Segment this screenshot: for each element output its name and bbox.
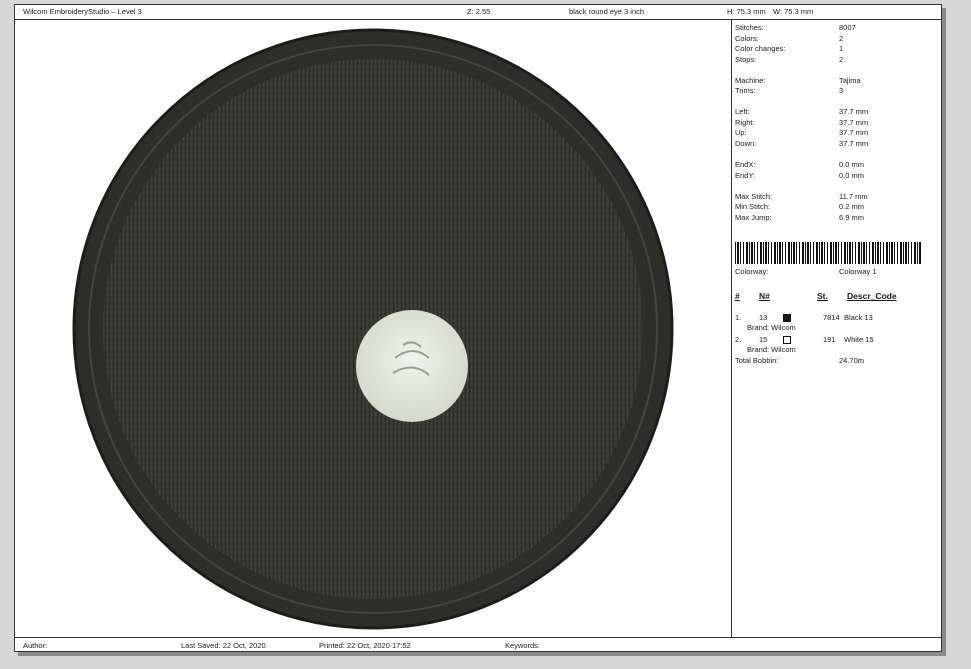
thread-description: White 15 bbox=[844, 335, 874, 344]
stat-label: Up: bbox=[735, 128, 747, 137]
col-num-header: # bbox=[735, 291, 740, 301]
thread-index: 1. bbox=[735, 313, 742, 322]
thread-swatch bbox=[783, 336, 791, 344]
stat-value: 11.7 mm bbox=[839, 191, 868, 201]
stat-label: Color changes: bbox=[735, 44, 786, 53]
height-readout: H: 75.3 mm bbox=[727, 7, 766, 16]
stat-label: Stops: bbox=[735, 54, 757, 64]
design-info-panel: Stitches: 8007 Colors: 2 Color changes: 1 Stop… bbox=[735, 23, 941, 623]
stat-value: 37.7 mm bbox=[839, 117, 869, 127]
stat-label: Down: bbox=[735, 138, 757, 148]
author-label: Author: bbox=[23, 641, 48, 650]
stat-label: Stitches: bbox=[735, 23, 764, 32]
last-saved: Last Saved: 22 Oct, 2020 bbox=[181, 641, 266, 650]
sheet-footer: Author: Last Saved: 22 Oct, 2020 Printed… bbox=[15, 637, 941, 652]
stat-label: Colors: bbox=[735, 33, 759, 43]
thread-index: 2. bbox=[735, 335, 742, 344]
stat-label: Max Jump: bbox=[735, 212, 772, 222]
stat-value: 37.7 mm bbox=[839, 128, 869, 137]
stat-value: 0.2 mm bbox=[839, 202, 865, 211]
stat-value: 2 bbox=[839, 33, 844, 43]
stat-value: 0.0 mm bbox=[839, 170, 865, 180]
thread-swatch bbox=[783, 314, 791, 322]
embroidery-design bbox=[72, 28, 674, 630]
thread-number: 15 bbox=[759, 335, 768, 344]
sheet-header: Wilcom EmbroideryStudio – Level 3 Z: 2.5… bbox=[15, 5, 941, 20]
stat-label: Max Stitch: bbox=[735, 191, 773, 201]
stat-value: 1 bbox=[839, 44, 844, 53]
stat-value: Tajima bbox=[839, 75, 861, 85]
stat-label: Left: bbox=[735, 107, 750, 116]
design-name: black round eye 3 inch bbox=[569, 7, 645, 16]
thread-brand: Brand: Wilcom bbox=[747, 345, 796, 354]
width-readout: W: 75.3 mm bbox=[773, 7, 814, 16]
panel-divider bbox=[731, 19, 732, 637]
thread-brand: Brand: Wilcom bbox=[747, 323, 796, 332]
colorway-value: Colorway 1 bbox=[839, 267, 877, 276]
zoom-readout: Z: 2.55 bbox=[467, 7, 491, 16]
page-shadow-right bbox=[942, 8, 946, 656]
stat-label: Machine: bbox=[735, 75, 766, 85]
design-barcode bbox=[735, 242, 921, 264]
stat-label: Min Stitch: bbox=[735, 202, 771, 211]
white-eye bbox=[356, 310, 468, 422]
stat-label: Trims: bbox=[735, 86, 756, 95]
thread-description: Black 13 bbox=[844, 313, 873, 322]
stat-label: Right: bbox=[735, 117, 755, 127]
stat-value: 6.9 mm bbox=[839, 212, 865, 222]
bobbin-label: Total Bobbin: bbox=[735, 356, 779, 365]
print-preview-sheet: Wilcom EmbroideryStudio – Level 3 Z: 2.5… bbox=[14, 4, 942, 652]
col-n-header: N# bbox=[759, 291, 770, 301]
stat-label: EndX: bbox=[735, 160, 756, 169]
thread-number: 13 bbox=[759, 313, 768, 322]
stat-value: 0.0 mm bbox=[839, 160, 865, 169]
col-st-header: St. bbox=[817, 291, 828, 301]
stat-value: 3 bbox=[839, 86, 844, 95]
keywords-label: Keywords: bbox=[505, 641, 541, 650]
stat-value: 37.7 mm bbox=[839, 107, 869, 116]
stat-value: 37.7 mm bbox=[839, 138, 869, 148]
thread-stitch-count: 191 bbox=[823, 335, 836, 344]
thread-stitch-count: 7814 bbox=[823, 313, 840, 322]
col-descr-header: Descr_Code bbox=[847, 291, 897, 301]
stat-label: EndY: bbox=[735, 170, 756, 180]
stat-value: 8007 bbox=[839, 23, 856, 32]
page-shadow-bottom bbox=[18, 652, 946, 656]
colorway-label: Colorway: bbox=[735, 267, 769, 276]
bobbin-value: 24.70m bbox=[839, 356, 865, 365]
stat-value: 2 bbox=[839, 54, 844, 64]
printed-date: Printed: 22 Oct, 2020 17:52 bbox=[319, 641, 411, 650]
app-title: Wilcom EmbroideryStudio – Level 3 bbox=[23, 7, 142, 16]
